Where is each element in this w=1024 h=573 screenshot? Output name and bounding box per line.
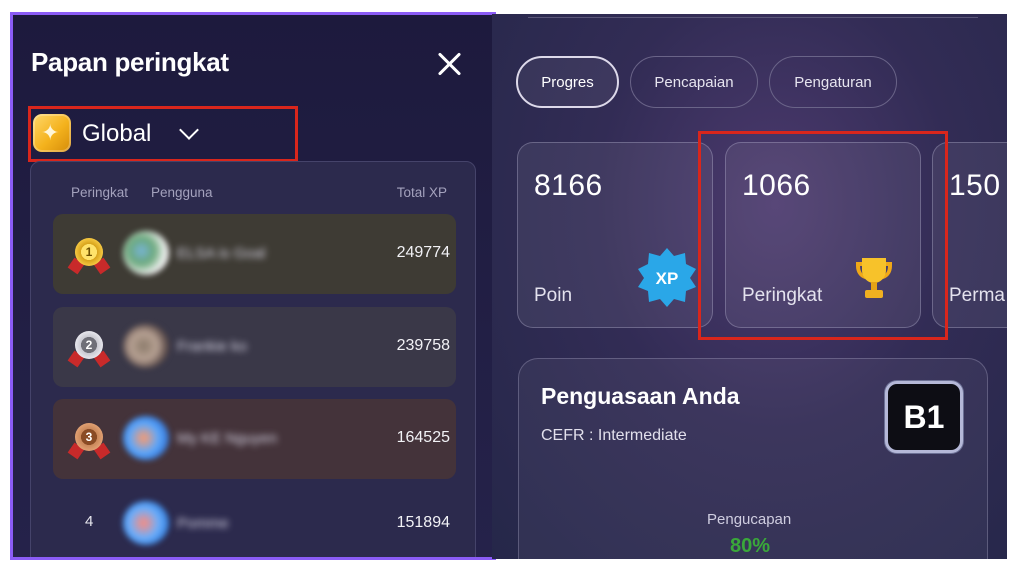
avatar: [123, 324, 169, 368]
user-name: Pomme: [177, 515, 229, 532]
level-badge: B1: [885, 381, 963, 453]
table-row[interactable]: 1 ELSA is Goal 249774: [53, 214, 456, 294]
svg-text:XP: XP: [656, 269, 679, 288]
stat-value: 1066: [742, 169, 811, 202]
stat-value: 8166: [534, 169, 603, 202]
xp-badge-icon: XP: [638, 248, 696, 307]
table-row[interactable]: 3 My KE Nguyen 164525: [53, 399, 456, 479]
mastery-title: Penguasaan Anda: [541, 383, 740, 409]
stat-card-points[interactable]: 8166 Poin XP: [517, 142, 713, 328]
scope-label: Global: [82, 120, 152, 147]
pronunciation-value: 80%: [730, 535, 771, 557]
rank-number: 4: [85, 513, 94, 530]
total-xp: 151894: [396, 514, 450, 531]
cefr-level-text: CEFR : Intermediate: [541, 427, 687, 444]
column-header-rank: Peringkat: [71, 185, 129, 200]
total-xp: 164525: [396, 429, 450, 446]
avatar: [123, 231, 169, 275]
mastery-card[interactable]: Penguasaan Anda CEFR : Intermediate B1 P…: [518, 358, 988, 559]
close-icon[interactable]: [437, 51, 463, 77]
tab-progres[interactable]: Progres: [516, 56, 619, 108]
stat-label: Perma: [949, 285, 1005, 306]
leaderboard-table: Peringkat Pengguna Total XP 1 ELSA is Go…: [30, 161, 476, 557]
bronze-medal-icon: 3: [67, 421, 111, 461]
stat-value: 150: [949, 169, 1001, 202]
leaderboard-panel: Papan peringkat ✦ Global Peringkat Pengg…: [10, 12, 496, 560]
total-xp: 239758: [396, 337, 450, 354]
user-name: Frankie ko: [177, 338, 248, 355]
user-name: ELSA is Goal: [177, 245, 266, 262]
stat-card-streak[interactable]: 150 Perma: [932, 142, 1007, 328]
gold-medal-icon: 1: [67, 236, 111, 276]
tab-pengaturan[interactable]: Pengaturan: [769, 56, 897, 108]
profile-panel: Progres Pencapaian Pengaturan 8166 Poin …: [492, 14, 1007, 559]
total-xp: 249774: [396, 244, 450, 261]
column-header-xp: Total XP: [396, 185, 447, 200]
table-row[interactable]: 4 Pomme 151894: [53, 484, 456, 557]
tab-pencapaian[interactable]: Pencapaian: [630, 56, 758, 108]
divider: [528, 17, 978, 18]
scope-dropdown[interactable]: ✦ Global: [28, 106, 298, 162]
star-badge-icon: ✦: [33, 114, 71, 152]
stat-label: Peringkat: [742, 285, 823, 306]
chevron-down-icon: [179, 120, 199, 140]
stat-card-rank[interactable]: 1066 Peringkat: [725, 142, 921, 328]
silver-medal-icon: 2: [67, 329, 111, 369]
pronunciation-label: Pengucapan: [707, 511, 792, 528]
user-name: My KE Nguyen: [177, 430, 278, 447]
trophy-icon: [856, 258, 892, 298]
leaderboard-title: Papan peringkat: [31, 47, 229, 77]
column-header-user: Pengguna: [151, 185, 213, 200]
stat-label: Poin: [534, 285, 573, 306]
avatar: [123, 416, 169, 460]
avatar: [123, 501, 169, 545]
table-row[interactable]: 2 Frankie ko 239758: [53, 307, 456, 387]
